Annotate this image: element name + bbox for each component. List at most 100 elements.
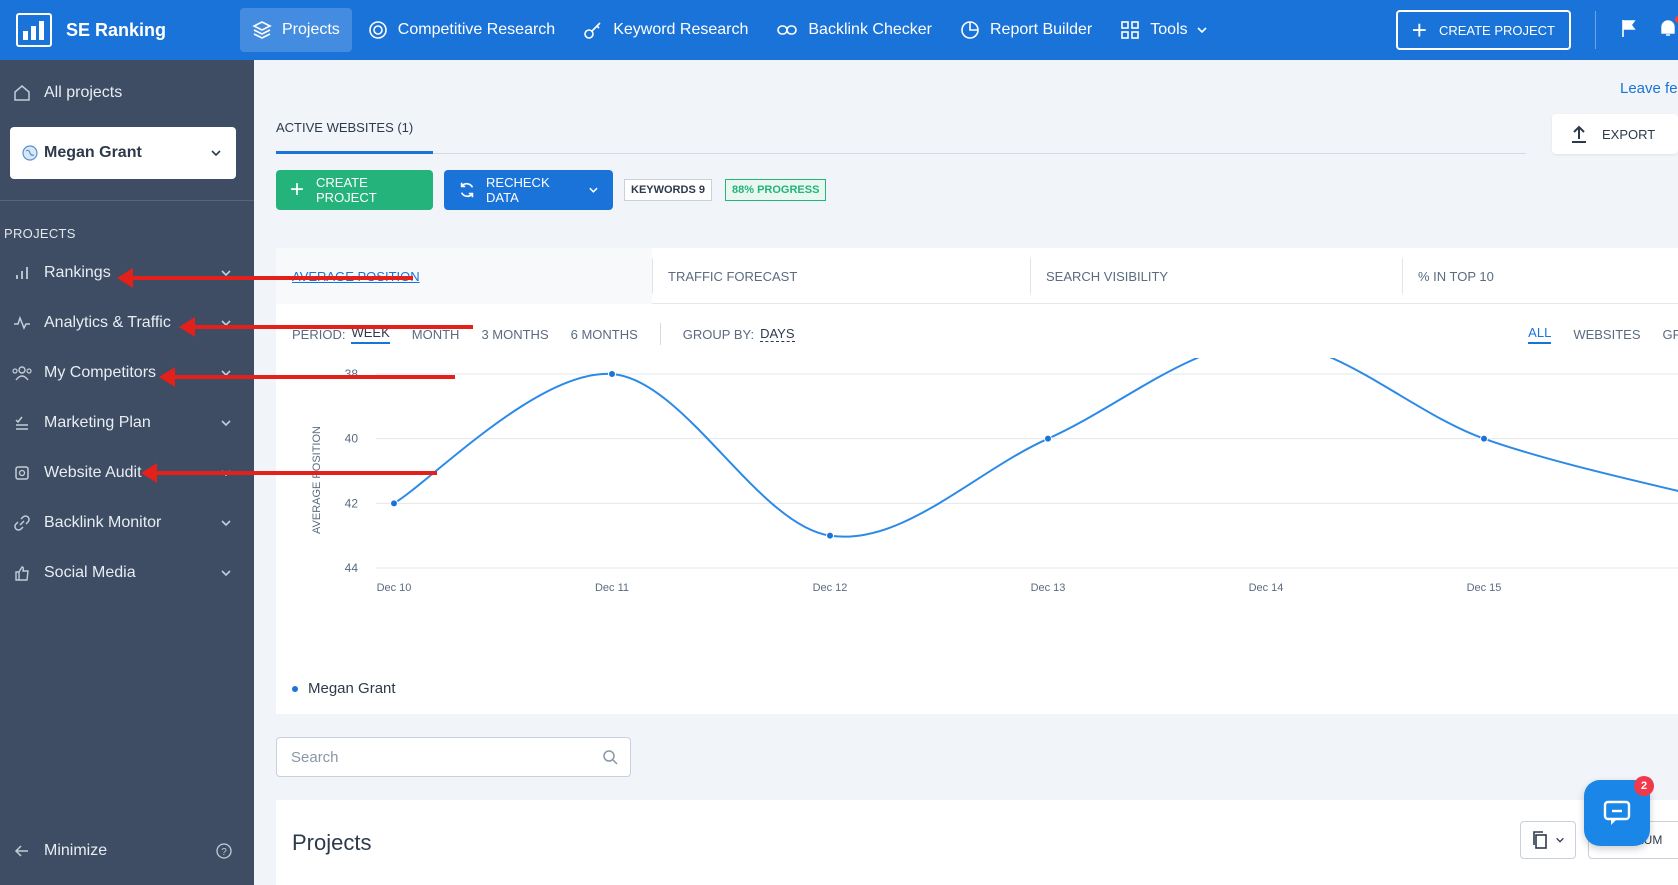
sidebar-item-backlink-monitor[interactable]: Backlink Monitor [0, 510, 254, 536]
x-tick-label: Dec 14 [1249, 582, 1284, 594]
nav-keyword-research-label: Keyword Research [613, 21, 749, 38]
sidebar-item-label: Backlink Monitor [44, 514, 162, 531]
nav-keyword-research[interactable]: Keyword Research [571, 8, 760, 52]
sidebar-item-marketing-plan[interactable]: Marketing Plan [0, 410, 254, 436]
annotation-arrow-analytics [179, 317, 473, 337]
nav-report-builder-label: Report Builder [989, 21, 1093, 38]
refresh-icon [460, 182, 474, 198]
annotation-arrow-rankings [117, 268, 413, 288]
upload-icon [1572, 125, 1586, 143]
main-nav: Projects Competitive Research Keyword Re… [240, 0, 1224, 60]
recheck-data-label: RECHECK DATA [486, 175, 550, 205]
period-6-months[interactable]: 6 MONTHS [571, 327, 638, 342]
export-label: EXPORT [1602, 126, 1656, 142]
website-tabs: ACTIVE WEBSITES (1) [276, 112, 1526, 154]
sidebar-item-label: Website Audit [44, 464, 142, 481]
search-placeholder: Search [291, 748, 339, 766]
help-icon[interactable]: ? [216, 843, 232, 859]
link-icon [0, 515, 44, 531]
sidebar-item-analytics-traffic[interactable]: Analytics & Traffic [0, 310, 254, 336]
create-project-top-label: CREATE PROJECT [1438, 22, 1555, 38]
thumbs-up-icon [0, 565, 44, 581]
top-right-actions: + CREATE PROJECT [1395, 0, 1678, 60]
annotation-arrow-website-audit [141, 463, 437, 483]
progress-chip: 88% PROGRESS [725, 179, 827, 201]
bar-chart-icon [0, 265, 44, 281]
users-icon [0, 365, 44, 381]
x-tick-label: Dec 10 [377, 582, 412, 594]
sidebar-item-label: Social Media [44, 564, 136, 581]
project-selector[interactable]: Megan Grant [10, 127, 236, 179]
sidebar-item-label: Marketing Plan [44, 414, 151, 431]
app-name: SE Ranking [66, 19, 167, 40]
scope-websites[interactable]: WEBSITES [1573, 327, 1640, 342]
period-selector: PERIOD: WEEK MONTH 3 MONTHS 6 MONTHS GRO… [292, 318, 817, 350]
tab-active-websites[interactable]: ACTIVE WEBSITES (1) [276, 120, 434, 154]
link-icon [777, 25, 798, 35]
chevron-down-icon [221, 520, 231, 527]
sidebar-all-projects[interactable]: All projects [0, 80, 254, 106]
sidebar-section-label: PROJECTS [4, 226, 76, 241]
create-project-button[interactable]: + CREATE PROJECT [276, 170, 433, 210]
nav-report-builder[interactable]: Report Builder [948, 8, 1104, 52]
group-by-label: GROUP BY: [682, 326, 755, 342]
home-icon [0, 84, 44, 102]
nav-backlink-checker-label: Backlink Checker [808, 21, 932, 38]
flag-icon[interactable] [1620, 18, 1638, 43]
arrow-left-icon [0, 844, 44, 858]
tab-search-visibility[interactable]: SEARCH VISIBILITY [1030, 248, 1402, 304]
chat-unread-badge: 2 [1634, 776, 1654, 796]
data-point[interactable] [608, 370, 616, 378]
sidebar-item-my-competitors[interactable]: My Competitors [0, 360, 254, 386]
scope-all[interactable]: ALL [1528, 325, 1552, 344]
plus-icon: + [290, 176, 305, 203]
app-logo[interactable]: SE Ranking [0, 13, 240, 47]
legend-dot [292, 685, 298, 692]
data-point[interactable] [1480, 434, 1488, 443]
scope-groups[interactable]: GR [1663, 327, 1678, 342]
export-button[interactable]: EXPORT [1552, 114, 1678, 154]
globe-icon [22, 145, 38, 161]
data-point[interactable] [826, 531, 834, 540]
key-icon [584, 22, 601, 39]
tab-traffic-forecast[interactable]: TRAFFIC FORECAST [652, 248, 1030, 304]
copy-icon [1533, 831, 1547, 849]
audit-icon [0, 465, 44, 481]
nav-competitive-research-label: Competitive Research [397, 21, 556, 38]
nav-tools[interactable]: Tools [1108, 8, 1219, 52]
nav-backlink-checker[interactable]: Backlink Checker [764, 8, 944, 52]
chart-card: AVERAGE POSITION TRAFFIC FORECAST SEARCH… [276, 248, 1678, 714]
tab-in-top-10[interactable]: % IN TOP 10 [1402, 248, 1678, 304]
group-by-days[interactable]: DAYS [760, 326, 795, 342]
copy-dropdown-button[interactable] [1520, 821, 1576, 859]
sidebar-all-projects-label: All projects [44, 84, 123, 101]
recheck-data-button[interactable]: RECHECK DATA [444, 170, 613, 210]
series-line-megan-grant [393, 358, 1678, 538]
data-point[interactable] [390, 499, 398, 508]
legend-label: Megan Grant [308, 680, 396, 697]
divider [1595, 11, 1596, 49]
projects-title: Projects [292, 830, 372, 855]
create-project-top-button[interactable]: + CREATE PROJECT [1395, 10, 1571, 50]
sidebar-item-label: Rankings [44, 264, 111, 281]
x-tick-label: Dec 15 [1467, 582, 1502, 594]
nav-competitive-research[interactable]: Competitive Research [356, 8, 567, 52]
create-project-label: CREATE PROJECT [316, 175, 377, 205]
chevron-down-icon [1197, 27, 1207, 34]
nav-projects[interactable]: Projects [240, 8, 352, 52]
chart-legend[interactable]: Megan Grant [292, 680, 396, 697]
sidebar-minimize[interactable]: Minimize ? [0, 838, 254, 864]
projects-panel: Projects COLUM [276, 800, 1678, 885]
leave-feedback-link[interactable]: Leave fe [1620, 80, 1678, 97]
svg-text:?: ? [221, 847, 227, 858]
chat-icon [1603, 800, 1631, 825]
bell-icon[interactable] [1658, 15, 1678, 43]
data-point[interactable] [1044, 434, 1052, 443]
checklist-icon [0, 415, 44, 431]
search-input[interactable]: Search [276, 737, 631, 777]
sidebar-item-social-media[interactable]: Social Media [0, 560, 254, 586]
annotation-arrow-competitors [159, 367, 455, 387]
chevron-down-icon [221, 420, 231, 427]
project-selector-value: Megan Grant [44, 144, 142, 161]
period-3-months[interactable]: 3 MONTHS [481, 327, 548, 342]
